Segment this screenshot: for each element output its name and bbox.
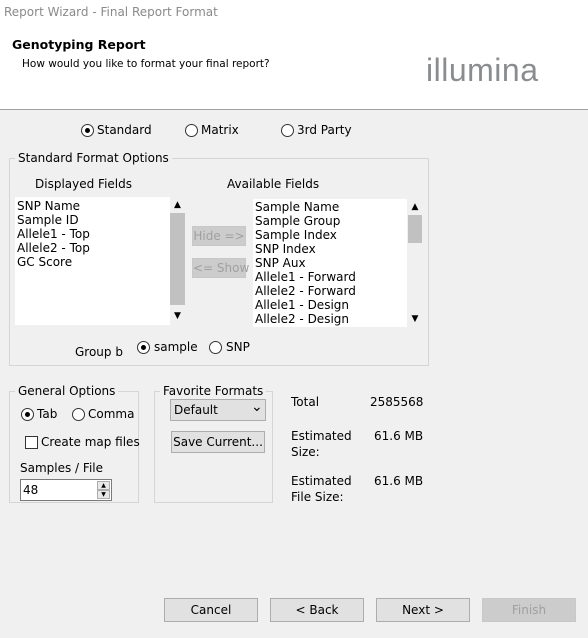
list-item[interactable]: Allele1 - Design xyxy=(255,298,405,312)
available-fields-scrollbar[interactable]: ▲ ▼ xyxy=(407,199,423,327)
create-map-checkbox-box[interactable] xyxy=(25,436,38,449)
list-item[interactable]: GC Score xyxy=(17,255,167,269)
list-item[interactable]: Sample Name xyxy=(255,200,405,214)
group-by-snp-label: SNP xyxy=(226,340,250,354)
est-size-label-1: Estimated xyxy=(291,429,352,443)
displayed-fields-scrollbar[interactable]: ▲ ▼ xyxy=(170,197,185,325)
est-file-size-label-1: Estimated xyxy=(291,474,352,488)
stepper-down-icon[interactable]: ▼ xyxy=(97,490,110,499)
list-item[interactable]: Allele2 - Forward xyxy=(255,284,405,298)
finish-button[interactable]: Finish xyxy=(482,598,576,622)
total-value: 2585568 xyxy=(370,395,424,409)
stepper-up-icon[interactable]: ▲ xyxy=(97,481,110,490)
favorite-formats-title: Favorite Formats xyxy=(160,384,267,398)
create-map-files-label: Create map files xyxy=(41,435,140,449)
list-item[interactable]: Sample Index xyxy=(255,228,405,242)
page-title: Genotyping Report xyxy=(12,37,146,52)
list-item[interactable]: Allele1 - Top xyxy=(17,227,167,241)
est-file-size-label-2: File Size: xyxy=(291,490,344,504)
delimiter-tab-label: Tab xyxy=(37,407,58,421)
next-button[interactable]: Next > xyxy=(376,598,470,622)
group-by-sample-label: sample xyxy=(154,340,198,354)
radio-3rdparty-indicator[interactable] xyxy=(281,124,294,137)
scroll-down-icon[interactable]: ▼ xyxy=(407,314,423,324)
displayed-fields-list[interactable]: SNP Name Sample ID Allele1 - Top Allele2 - … xyxy=(15,197,185,325)
page-subtitle: How would you like to format your final … xyxy=(22,58,270,70)
show-button[interactable]: <= Show xyxy=(192,258,249,278)
radio-matrix-indicator[interactable] xyxy=(185,124,198,137)
format-matrix-label: Matrix xyxy=(201,123,239,137)
samples-per-file-label: Samples / File xyxy=(20,461,103,475)
hide-button[interactable]: Hide => xyxy=(192,226,246,246)
list-item[interactable]: Sample ID xyxy=(17,213,167,227)
illumina-logo: illumina xyxy=(426,52,539,88)
samples-per-file-value[interactable]: 48 xyxy=(23,483,38,497)
radio-standard-indicator[interactable] xyxy=(81,124,94,137)
scroll-up-icon[interactable]: ▲ xyxy=(170,200,185,210)
available-fields-list[interactable]: Sample Name Sample Group Sample Index SNP I… xyxy=(253,199,423,327)
list-item[interactable]: SNP Index xyxy=(255,242,405,256)
standard-format-options-title: Standard Format Options xyxy=(15,151,172,165)
est-file-size-value: 61.6 MB xyxy=(374,474,424,488)
list-item[interactable]: Allele1 - Forward xyxy=(255,270,405,284)
est-size-value: 61.6 MB xyxy=(374,429,424,443)
list-item[interactable]: SNP Name xyxy=(17,199,167,213)
displayed-fields-label: Displayed Fields xyxy=(35,177,132,191)
list-item[interactable]: Sample Group xyxy=(255,214,405,228)
list-item[interactable]: Allele2 - Design xyxy=(255,312,405,326)
est-size-label-2: Size: xyxy=(291,445,320,459)
radio-sample-indicator[interactable] xyxy=(137,341,150,354)
list-item[interactable]: SNP Aux xyxy=(255,256,405,270)
format-standard-label: Standard xyxy=(97,123,152,137)
radio-comma-indicator[interactable] xyxy=(72,408,85,421)
favorite-formats-dropdown[interactable]: Default ⌄ xyxy=(170,399,266,421)
delimiter-comma-label: Comma xyxy=(88,407,135,421)
save-current-button[interactable]: Save Current... xyxy=(171,431,265,453)
wizard-header: Genotyping Report How would you like to … xyxy=(0,26,588,110)
list-item[interactable]: Allele2 - Top xyxy=(17,241,167,255)
chevron-down-icon: ⌄ xyxy=(251,399,263,415)
radio-tab-indicator[interactable] xyxy=(21,408,34,421)
scrollbar-thumb[interactable] xyxy=(408,215,422,243)
available-fields-label: Available Fields xyxy=(227,177,320,191)
general-options-title: General Options xyxy=(15,384,119,398)
window-title: Report Wizard - Final Report Format xyxy=(4,5,218,19)
samples-per-file-stepper[interactable]: 48 ▲ ▼ xyxy=(20,479,112,501)
group-by-label: Group b xyxy=(75,345,123,359)
scrollbar-thumb[interactable] xyxy=(170,213,185,305)
back-button[interactable]: < Back xyxy=(270,598,364,622)
radio-snp-indicator[interactable] xyxy=(209,341,222,354)
title-bar: Report Wizard - Final Report Format xyxy=(0,0,588,26)
format-3rdparty-label: 3rd Party xyxy=(297,123,352,137)
cancel-button[interactable]: Cancel xyxy=(164,598,258,622)
total-label: Total xyxy=(291,395,320,409)
favorite-formats-selected: Default xyxy=(174,403,218,417)
scroll-up-icon[interactable]: ▲ xyxy=(407,202,423,212)
scroll-down-icon[interactable]: ▼ xyxy=(170,311,185,321)
